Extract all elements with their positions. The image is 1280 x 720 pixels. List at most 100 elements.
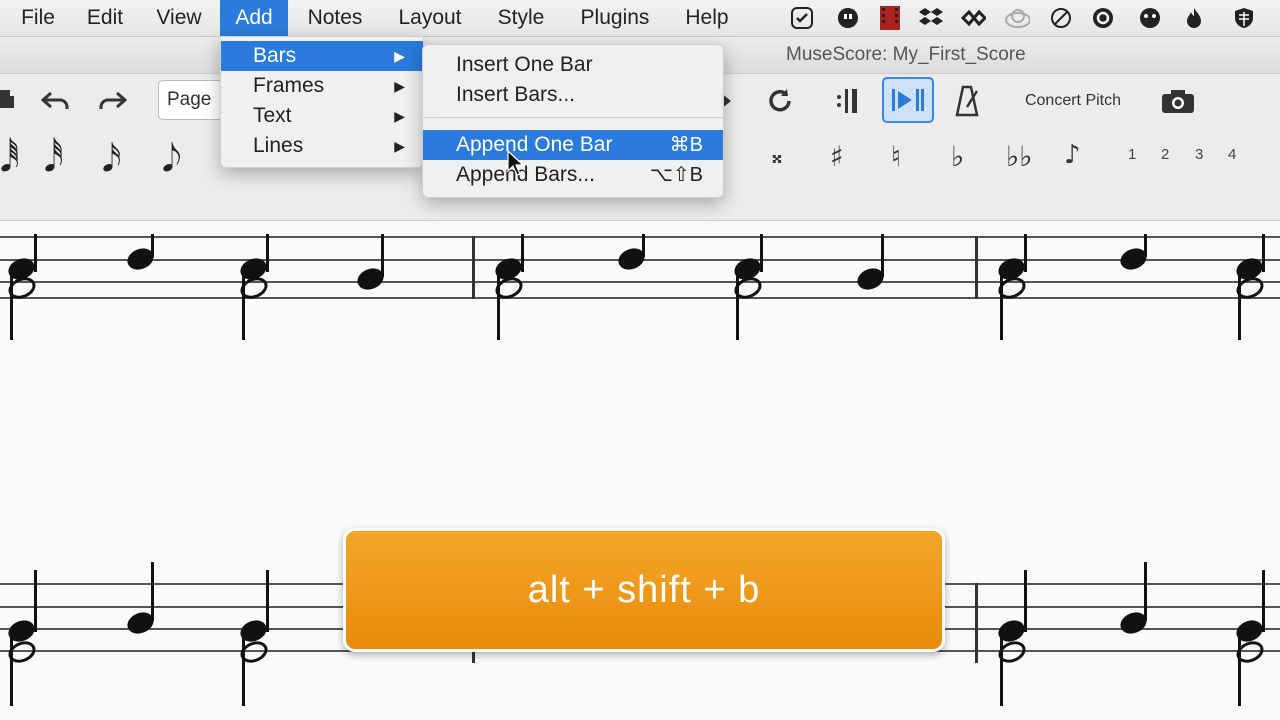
film-strip-icon[interactable] — [877, 5, 903, 31]
menu-item-frames[interactable]: Frames ▶ — [221, 71, 423, 101]
repeat-icon[interactable] — [826, 84, 866, 118]
print-icon[interactable] — [0, 86, 16, 116]
no-entry-icon[interactable] — [1048, 5, 1074, 31]
menu-bar: File Edit View Add Notes Layout Style Pl… — [0, 0, 1280, 37]
menu-add[interactable]: Add — [220, 0, 288, 36]
shield-icon[interactable] — [1231, 5, 1257, 31]
note-stem — [151, 562, 154, 621]
menu-item-lines[interactable]: Lines ▶ — [221, 131, 423, 161]
chat-bubble-icon[interactable] — [835, 5, 861, 31]
note-stem — [34, 234, 37, 272]
menu-item-bars[interactable]: Bars ▶ — [221, 41, 423, 71]
voice-4-button[interactable]: 4 — [1228, 146, 1236, 163]
flame-icon[interactable] — [1181, 5, 1207, 31]
cloud-icon[interactable] — [1004, 5, 1030, 31]
double-sharp-icon[interactable]: 𝄪 — [772, 144, 782, 169]
note-stem — [34, 570, 37, 632]
note-stem — [642, 234, 645, 257]
menu-item-label: Insert One Bar — [456, 53, 593, 76]
loop-icon[interactable] — [760, 84, 800, 118]
double-flat-icon[interactable]: ♭♭ — [1006, 140, 1032, 173]
bar-line — [472, 236, 475, 299]
concert-pitch-toggle[interactable]: Concert Pitch — [1010, 88, 1136, 114]
64th-note-icon[interactable]: 𝅘𝅥𝅱 — [0, 136, 20, 180]
note-stem — [497, 270, 500, 340]
menu-item-append-one-bar[interactable]: Append One Bar ⌘B — [423, 130, 723, 160]
voice-3-button[interactable]: 3 — [1195, 146, 1203, 163]
note-stem — [266, 570, 269, 632]
keyboard-shortcut-banner: alt + shift + b — [343, 528, 945, 652]
menu-layout[interactable]: Layout — [384, 0, 476, 36]
note-stem — [1144, 234, 1147, 257]
staff-line — [0, 236, 1280, 238]
note-stem — [10, 270, 13, 340]
menu-item-label: Insert Bars... — [456, 83, 576, 106]
menu-style[interactable]: Style — [484, 0, 558, 36]
flip-direction-icon[interactable]: ♪ — [1064, 140, 1081, 170]
menu-notes[interactable]: Notes — [296, 0, 374, 36]
menu-item-label: Append Bars... — [456, 163, 595, 186]
note-stem — [381, 234, 384, 277]
note-stem — [760, 234, 763, 272]
menu-help[interactable]: Help — [674, 0, 740, 36]
submenu-arrow-icon: ▶ — [394, 108, 405, 124]
submenu-arrow-icon: ▶ — [394, 48, 405, 64]
bar-line — [975, 236, 978, 299]
view-mode-select[interactable]: Page — [158, 80, 228, 120]
note-stem — [1238, 632, 1241, 706]
flat-icon[interactable]: ♭ — [951, 140, 964, 173]
sync-icon[interactable] — [1090, 5, 1116, 31]
dropbox-icon[interactable] — [918, 5, 944, 31]
menu-item-text[interactable]: Text ▶ — [221, 101, 423, 131]
menu-item-label: Text — [253, 104, 292, 127]
mouse-cursor-icon — [507, 149, 525, 176]
staff-line — [0, 281, 1280, 283]
staff-line — [0, 297, 1280, 299]
redo-icon[interactable] — [92, 86, 132, 116]
checklist-icon[interactable] — [789, 5, 815, 31]
menu-view[interactable]: View — [144, 0, 214, 36]
bars-submenu: Insert One Bar Insert Bars... Append One… — [422, 44, 724, 198]
note-stem — [242, 270, 245, 340]
natural-icon[interactable]: ♮ — [891, 140, 901, 173]
voice-2-button[interactable]: 2 — [1161, 146, 1169, 163]
note-stem — [1144, 562, 1147, 621]
note-stem — [151, 234, 154, 257]
note-stem — [1262, 234, 1265, 272]
32nd-note-icon[interactable]: 𝅘𝅥𝅰 — [44, 136, 64, 180]
note-stem — [521, 234, 524, 272]
menu-plugins[interactable]: Plugins — [566, 0, 664, 36]
menu-item-label: Bars — [253, 44, 297, 67]
menu-item-append-bars[interactable]: Append Bars... ⌥⇧B — [423, 160, 723, 190]
pan-score-toggle[interactable] — [882, 77, 934, 123]
menu-item-insert-bars[interactable]: Insert Bars... — [423, 80, 723, 110]
note-stem — [1262, 570, 1265, 632]
face-icon[interactable] — [1137, 5, 1163, 31]
camera-icon[interactable] — [1158, 84, 1198, 118]
note-stem — [736, 270, 739, 340]
submenu-arrow-icon: ▶ — [394, 78, 405, 94]
shortcut-label: ⌘B — [669, 134, 703, 156]
note-stem — [242, 632, 245, 706]
menu-separator — [423, 117, 723, 118]
menu-edit[interactable]: Edit — [74, 0, 136, 36]
infinity-icon[interactable] — [960, 5, 986, 31]
add-menu: Bars ▶ Frames ▶ Text ▶ Lines ▶ — [220, 36, 424, 168]
submenu-arrow-icon: ▶ — [394, 138, 405, 154]
note-stem — [1024, 234, 1027, 272]
menu-item-label: Append One Bar — [456, 133, 613, 156]
voice-1-button[interactable]: 1 — [1128, 146, 1136, 163]
note-stem — [1000, 632, 1003, 706]
sharp-icon[interactable]: ♯ — [830, 140, 844, 173]
menu-file[interactable]: File — [6, 0, 70, 36]
note-stem — [1024, 570, 1027, 632]
16th-note-icon[interactable]: 𝅘𝅥𝅯 — [102, 136, 122, 180]
menu-item-insert-one-bar[interactable]: Insert One Bar — [423, 50, 723, 80]
menu-item-label: Lines — [253, 134, 304, 157]
eighth-note-icon[interactable]: 𝅘𝅥𝅮 — [162, 136, 182, 180]
note-stem — [266, 234, 269, 272]
undo-icon[interactable] — [36, 86, 76, 116]
note-stem — [1000, 270, 1003, 340]
bar-line — [975, 583, 978, 663]
metronome-icon[interactable] — [950, 82, 986, 120]
